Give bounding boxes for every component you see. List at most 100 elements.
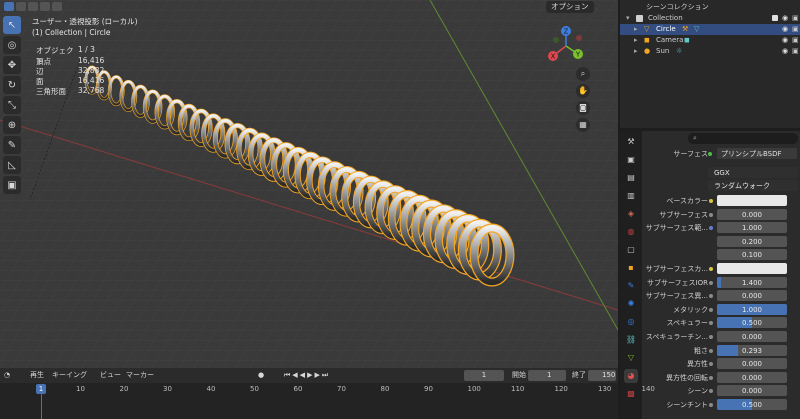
socket-icon[interactable] bbox=[709, 389, 713, 394]
eye-icon[interactable]: ◉ bbox=[782, 46, 788, 57]
view-layer-tab-icon[interactable]: ▥ bbox=[624, 189, 638, 203]
3d-viewport[interactable]: ユーザー・透視投影 (ローカル) (1) Collection | Circle… bbox=[0, 0, 618, 368]
move-tool-icon[interactable]: ✥ bbox=[3, 56, 21, 74]
outliner-collection[interactable]: ▾ Collection ◉ ▣ bbox=[620, 13, 800, 24]
select-intersect-icon[interactable] bbox=[52, 2, 62, 11]
socket-icon[interactable] bbox=[709, 321, 713, 326]
surface-shader-select[interactable]: プリンシプルBSDF bbox=[717, 148, 797, 159]
select-extend-icon[interactable] bbox=[16, 2, 26, 11]
value-slider[interactable]: 0.000 bbox=[717, 290, 787, 302]
modifier-tab-icon[interactable]: ✎ bbox=[624, 279, 638, 293]
socket-icon[interactable] bbox=[709, 280, 713, 285]
add-cube-tool-icon[interactable]: ▣ bbox=[3, 176, 21, 194]
mode-icons[interactable] bbox=[4, 2, 62, 11]
subsurface-method-select[interactable]: ランダムウォーク bbox=[708, 180, 798, 191]
data-tab-icon[interactable]: ▽ bbox=[624, 351, 638, 365]
chevron-right-icon[interactable]: ▸ bbox=[634, 35, 638, 46]
value-slider[interactable]: 0.293 bbox=[717, 344, 787, 356]
color-swatch[interactable] bbox=[717, 195, 787, 206]
socket-icon[interactable] bbox=[709, 375, 713, 380]
rotate-tool-icon[interactable]: ↻ bbox=[3, 76, 21, 94]
value-slider[interactable]: 1.000 bbox=[717, 222, 787, 234]
camera-view-icon[interactable]: ◙ bbox=[576, 101, 590, 115]
socket-icon[interactable] bbox=[709, 212, 713, 217]
options-dropdown[interactable]: オプション bbox=[546, 1, 594, 13]
constraints-tab-icon[interactable]: ⛓ bbox=[624, 333, 638, 347]
eye-icon[interactable]: ◉ bbox=[782, 24, 788, 35]
color-swatch[interactable] bbox=[717, 263, 787, 274]
value-slider[interactable]: 0.500 bbox=[717, 399, 787, 410]
render-camera-icon[interactable]: ▣ bbox=[792, 46, 799, 57]
menu-keying[interactable]: キーイング bbox=[52, 368, 87, 383]
navigation-gizmo[interactable]: X Y Z bbox=[544, 24, 588, 68]
select-tool-icon[interactable]: ↖ bbox=[3, 16, 21, 34]
select-box-icon[interactable] bbox=[4, 2, 14, 11]
value-slider[interactable]: 1.000 bbox=[717, 303, 787, 315]
playhead[interactable]: 1 bbox=[36, 384, 46, 394]
chevron-right-icon[interactable]: ▸ bbox=[634, 46, 638, 57]
output-tab-icon[interactable]: ▤ bbox=[624, 171, 638, 185]
particles-tab-icon[interactable]: ✺ bbox=[624, 297, 638, 311]
value-slider[interactable]: 0.200 bbox=[717, 235, 787, 247]
chevron-right-icon[interactable]: ▸ bbox=[634, 24, 638, 35]
properties-search-input[interactable]: ⌕ bbox=[688, 133, 798, 144]
object-tab-icon[interactable]: ▪ bbox=[624, 261, 638, 275]
socket-icon[interactable] bbox=[709, 335, 713, 339]
perspective-grid-icon[interactable]: ▦ bbox=[576, 118, 590, 132]
pan-hand-icon[interactable]: ✋ bbox=[576, 84, 590, 98]
end-frame-field[interactable]: 150 bbox=[588, 370, 616, 381]
outliner-scene-collection[interactable]: シーンコレクション bbox=[620, 2, 800, 13]
menu-playback[interactable]: 再生 bbox=[30, 368, 44, 383]
value-slider[interactable]: 0.100 bbox=[717, 249, 787, 261]
render-camera-icon[interactable]: ▣ bbox=[792, 35, 799, 46]
menu-marker[interactable]: マーカー bbox=[126, 368, 154, 383]
render-camera-icon[interactable]: ▣ bbox=[792, 24, 799, 35]
world-tab-icon[interactable]: ◍ bbox=[624, 225, 638, 239]
record-icon[interactable]: ● bbox=[258, 368, 264, 383]
outliner-item-camera[interactable]: ▸ ◼ Camera ◼ ◉ ▣ bbox=[620, 35, 800, 46]
scale-tool-icon[interactable]: ⤡ bbox=[3, 96, 21, 114]
transform-tool-icon[interactable]: ⊕ bbox=[3, 116, 21, 134]
chevron-down-icon[interactable]: ▾ bbox=[626, 13, 630, 24]
menu-view[interactable]: ビュー bbox=[100, 368, 121, 383]
measure-tool-icon[interactable]: ◺ bbox=[3, 156, 21, 174]
socket-icon[interactable] bbox=[709, 362, 713, 367]
current-frame-field[interactable]: 1 bbox=[464, 370, 504, 381]
socket-icon[interactable] bbox=[709, 199, 713, 203]
socket-icon[interactable] bbox=[709, 307, 713, 312]
texture-tab-icon[interactable]: ▩ bbox=[624, 387, 638, 401]
scene-tab-icon[interactable]: ◈ bbox=[624, 207, 638, 221]
value-slider[interactable]: 0.000 bbox=[717, 358, 787, 370]
collection-tab-icon[interactable]: ▢ bbox=[624, 243, 638, 257]
eye-icon[interactable]: ◉ bbox=[782, 35, 788, 46]
select-invert-icon[interactable] bbox=[40, 2, 50, 11]
playback-controls-icon[interactable]: ⏮◀◀▶▶⏭ bbox=[284, 368, 330, 383]
outliner-item-circle[interactable]: ▸ ▽ Circle ⚒ ▽ ◉ ▣ bbox=[620, 24, 800, 35]
value-slider[interactable]: 0.000 bbox=[717, 331, 787, 342]
render-camera-icon[interactable]: ▣ bbox=[792, 13, 799, 24]
socket-icon[interactable] bbox=[709, 348, 713, 353]
distribution-select[interactable]: GGX bbox=[708, 167, 798, 178]
socket-icon[interactable] bbox=[709, 403, 713, 407]
zoom-icon[interactable]: ⌕ bbox=[576, 67, 590, 81]
value-slider[interactable]: 0.500 bbox=[717, 317, 787, 329]
socket-icon[interactable] bbox=[709, 294, 713, 299]
physics-tab-icon[interactable]: ◎ bbox=[624, 315, 638, 329]
properties-panel[interactable]: ⌕ サーフェス プリンシプルBSDF GGX ランダムウォーク ベースカラー サブ… bbox=[642, 131, 800, 419]
socket-icon[interactable] bbox=[709, 267, 713, 271]
value-slider[interactable]: 0.000 bbox=[717, 371, 787, 383]
clock-icon[interactable]: ◔ bbox=[4, 368, 10, 383]
select-subtract-icon[interactable] bbox=[28, 2, 38, 11]
value-slider[interactable]: 0.000 bbox=[717, 385, 787, 397]
start-frame-field[interactable]: 1 bbox=[528, 370, 566, 381]
cursor-tool-icon[interactable]: ◎ bbox=[3, 36, 21, 54]
render-tab-icon[interactable]: ▣ bbox=[624, 153, 638, 167]
material-tab-icon[interactable]: ◕ bbox=[624, 369, 638, 383]
annotate-tool-icon[interactable]: ✎ bbox=[3, 136, 21, 154]
tool-tab-icon[interactable]: ⚒ bbox=[624, 135, 638, 149]
checkbox-icon[interactable] bbox=[772, 15, 778, 21]
eye-icon[interactable]: ◉ bbox=[782, 13, 788, 24]
outliner-panel[interactable]: シーンコレクション ▾ Collection ◉ ▣ ▸ ▽ Circle ⚒ … bbox=[620, 0, 800, 128]
timeline-track[interactable]: 1 10 20 30 40 50 60 70 80 90 100 110 120 130 140 bbox=[0, 383, 655, 419]
value-slider[interactable]: 0.000 bbox=[717, 208, 787, 220]
